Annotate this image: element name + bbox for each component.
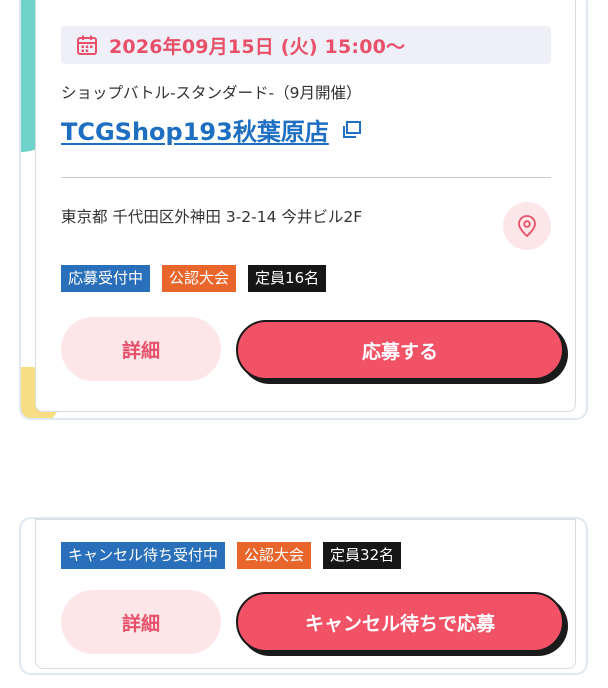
shop-name-link[interactable]: TCGShop193秋葉原店 <box>61 112 363 147</box>
status-badge: キャンセル待ち受付中 <box>61 542 226 569</box>
badge-row: キャンセル待ち受付中 公認大会 定員32名 <box>61 542 402 569</box>
map-button[interactable] <box>503 202 551 250</box>
calendar-icon <box>77 35 97 55</box>
event-date: 2026年09月15日 (火) 15:00〜 <box>109 35 406 58</box>
waitlist-apply-button[interactable]: キャンセル待ちで応募 <box>236 592 564 652</box>
event-card-body: キャンセル待ち受付中 公認大会 定員32名 詳細 キャンセル待ちで応募 <box>35 519 576 669</box>
detail-button[interactable]: 詳細 <box>61 590 221 654</box>
event-title: ショップバトル-スタンダード-（9月開催） <box>61 84 362 102</box>
capacity-badge: 定員32名 <box>323 542 402 569</box>
event-card-body: 2026年09月15日 (火) 15:00〜 ショップバトル-スタンダード-（9… <box>35 0 576 412</box>
shop-address: 東京都 千代田区外神田 3-2-14 今井ビル2F <box>61 208 363 226</box>
event-card: 2026年09月15日 (火) 15:00〜 ショップバトル-スタンダード-（9… <box>19 0 588 420</box>
event-date-bar: 2026年09月15日 (火) 15:00〜 <box>61 26 551 64</box>
shop-name[interactable]: TCGShop193秋葉原店 <box>61 112 329 147</box>
external-link-icon <box>342 120 361 138</box>
event-card: キャンセル待ち受付中 公認大会 定員32名 詳細 キャンセル待ちで応募 <box>19 517 588 675</box>
event-type-badge: 公認大会 <box>162 265 237 292</box>
map-pin-icon <box>518 215 536 238</box>
event-type-badge: 公認大会 <box>237 542 312 569</box>
apply-button[interactable]: 応募する <box>236 320 564 380</box>
status-badge: 応募受付中 <box>61 265 151 292</box>
capacity-badge: 定員16名 <box>248 265 327 292</box>
badge-row: 応募受付中 公認大会 定員16名 <box>61 265 327 292</box>
divider <box>61 177 551 178</box>
detail-button[interactable]: 詳細 <box>61 317 221 381</box>
